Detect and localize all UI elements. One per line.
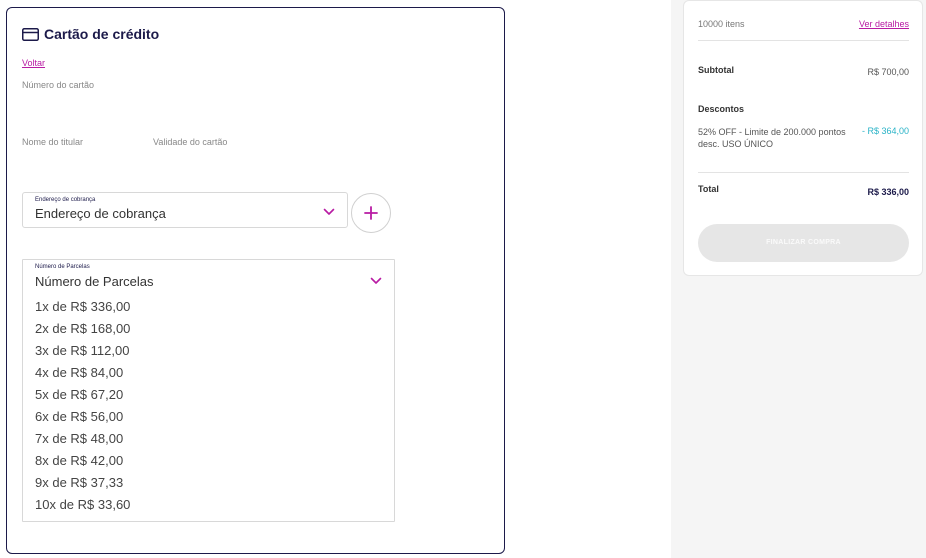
installment-option[interactable]: 3x de R$ 112,00 <box>35 340 130 362</box>
panel-header: Cartão de crédito <box>22 26 159 42</box>
total-label: Total <box>698 184 719 194</box>
installment-option[interactable]: 10x de R$ 33,60 <box>35 494 130 516</box>
discount-value: - R$ 364,00 <box>861 126 909 136</box>
installment-option[interactable]: 5x de R$ 67,20 <box>35 384 130 406</box>
subtotal-value: R$ 700,00 <box>867 67 909 77</box>
credit-card-icon <box>22 27 39 41</box>
credit-card-form-panel: Cartão de crédito Voltar Número do cartã… <box>6 7 505 554</box>
billing-address-floating-label: Endereço de cobrança <box>35 197 96 203</box>
installment-option[interactable]: 2x de R$ 168,00 <box>35 318 130 340</box>
divider <box>698 40 909 41</box>
chevron-down-icon <box>370 277 382 284</box>
order-summary-card: 10000 itens Ver detalhes Subtotal R$ 700… <box>683 0 923 276</box>
subtotal-label: Subtotal <box>698 65 734 75</box>
installments-value: Número de Parcelas <box>35 274 154 289</box>
finalize-purchase-button[interactable]: FINALIZAR COMPRA <box>698 224 909 262</box>
divider <box>698 172 909 173</box>
page-title: Cartão de crédito <box>44 26 160 42</box>
installments-options-list: 1x de R$ 336,00 2x de R$ 168,00 3x de R$… <box>35 296 130 516</box>
installment-option[interactable]: 8x de R$ 42,00 <box>35 450 130 472</box>
back-link[interactable]: Voltar <box>22 58 45 68</box>
installment-option[interactable]: 6x de R$ 56,00 <box>35 406 130 428</box>
discounts-label: Descontos <box>698 104 745 114</box>
plus-icon <box>364 206 378 220</box>
installment-option[interactable]: 4x de R$ 84,00 <box>35 362 130 384</box>
installments-select[interactable]: Número de Parcelas Número de Parcelas 1x… <box>22 259 395 522</box>
view-details-link[interactable]: Ver detalhes <box>859 19 909 29</box>
billing-address-select[interactable]: Endereço de cobrança Endereço de cobranç… <box>22 192 348 228</box>
discount-description: 52% OFF - Limite de 200.000 pontos desc.… <box>698 127 846 149</box>
card-number-field[interactable]: Número do cartão <box>22 80 94 90</box>
installment-option[interactable]: 7x de R$ 48,00 <box>35 428 130 450</box>
billing-address-value: Endereço de cobrança <box>35 206 166 221</box>
total-value: R$ 336,00 <box>867 187 909 197</box>
installment-option[interactable]: 9x de R$ 37,33 <box>35 472 130 494</box>
holder-name-field[interactable]: Nome do titular <box>22 137 83 147</box>
add-address-button[interactable] <box>351 193 391 233</box>
items-count: 10000 itens <box>698 19 745 29</box>
expiry-field[interactable]: Validade do cartão <box>153 137 227 147</box>
chevron-down-icon <box>323 208 335 215</box>
installment-option[interactable]: 1x de R$ 336,00 <box>35 296 130 318</box>
installments-floating-label: Número de Parcelas <box>35 264 90 270</box>
